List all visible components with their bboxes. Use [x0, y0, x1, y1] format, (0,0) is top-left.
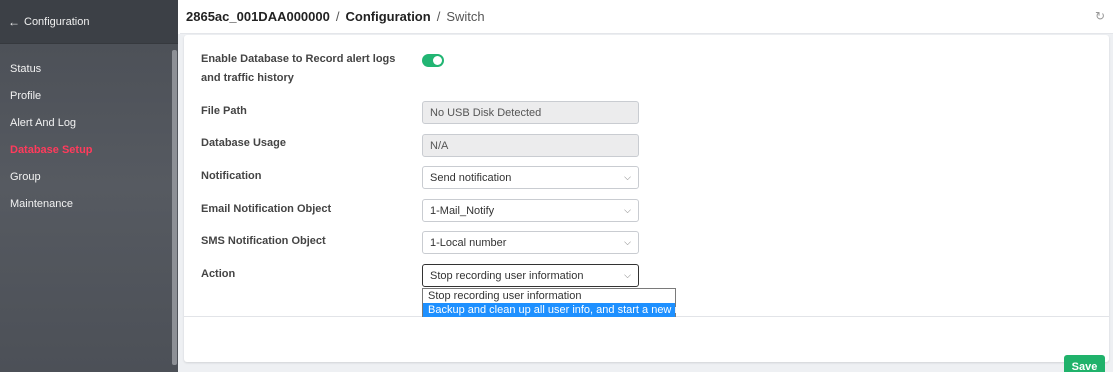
- enable-database-label: Enable Database to Record alert logs and…: [201, 53, 396, 84]
- sidebar-scrollbar[interactable]: [172, 50, 177, 365]
- sidebar-back-label: Configuration: [24, 15, 90, 28]
- save-button[interactable]: Save: [1064, 355, 1105, 372]
- action-option-backup[interactable]: Backup and clean up all user info, and s…: [423, 303, 706, 317]
- breadcrumb: 2865ac_001DAA000000 / Configuration / Sw…: [180, 0, 1113, 34]
- sidebar-item-maintenance[interactable]: Maintenance: [0, 190, 170, 217]
- action-option-stop[interactable]: Stop recording user information: [423, 289, 675, 303]
- chevron-down-icon: ⌵: [624, 172, 631, 182]
- file-path-field: No USB Disk Detected: [422, 101, 639, 124]
- action-select-value: Stop recording user information: [430, 269, 584, 282]
- breadcrumb-separator: /: [335, 9, 340, 24]
- database-usage-field: N/A: [422, 134, 639, 157]
- breadcrumb-device: 2865ac_001DAA000000: [186, 9, 330, 24]
- email-notification-select[interactable]: 1-Mail_Notify ⌵: [422, 199, 639, 222]
- sidebar-back-link[interactable]: ← Configuration: [0, 0, 178, 44]
- sidebar-item-database-setup[interactable]: Database Setup: [0, 136, 170, 163]
- file-path-label: File Path: [201, 105, 247, 117]
- notification-select[interactable]: Send notification ⌵: [422, 166, 639, 189]
- toggle-knob: [433, 56, 442, 65]
- sidebar-item-profile[interactable]: Profile: [0, 82, 170, 109]
- action-dropdown-list: Stop recording user information Backup a…: [422, 288, 706, 317]
- breadcrumb-separator: /: [436, 9, 441, 24]
- action-select[interactable]: Stop recording user information ⌵: [422, 264, 639, 287]
- sidebar-item-status[interactable]: Status: [0, 55, 170, 82]
- sidebar: ← Configuration Status Profile Alert And…: [0, 0, 178, 372]
- email-notification-label: Email Notification Object: [201, 203, 332, 215]
- enable-database-toggle[interactable]: [422, 54, 444, 67]
- notification-label: Notification: [201, 170, 262, 182]
- back-arrow-icon: ←: [8, 14, 20, 29]
- chevron-down-icon: ⌵: [624, 205, 631, 215]
- database-usage-label: Database Usage: [201, 137, 286, 149]
- chevron-down-icon: ⌵: [624, 270, 631, 280]
- action-label: Action: [201, 268, 236, 280]
- breadcrumb-section[interactable]: Configuration: [345, 9, 430, 24]
- sms-notification-select[interactable]: 1-Local number ⌵: [422, 231, 639, 254]
- sidebar-item-alert-and-log[interactable]: Alert And Log: [0, 109, 170, 136]
- email-notification-select-value: 1-Mail_Notify: [430, 204, 495, 217]
- refresh-icon[interactable]: ↻: [1095, 9, 1105, 23]
- breadcrumb-page: Switch: [446, 9, 485, 24]
- sms-notification-select-value: 1-Local number: [430, 236, 507, 249]
- chevron-down-icon: ⌵: [624, 237, 631, 247]
- sidebar-item-group[interactable]: Group: [0, 163, 170, 190]
- notification-select-value: Send notification: [430, 171, 512, 184]
- sidebar-menu: Status Profile Alert And Log Database Se…: [0, 55, 170, 217]
- sms-notification-label: SMS Notification Object: [201, 235, 326, 247]
